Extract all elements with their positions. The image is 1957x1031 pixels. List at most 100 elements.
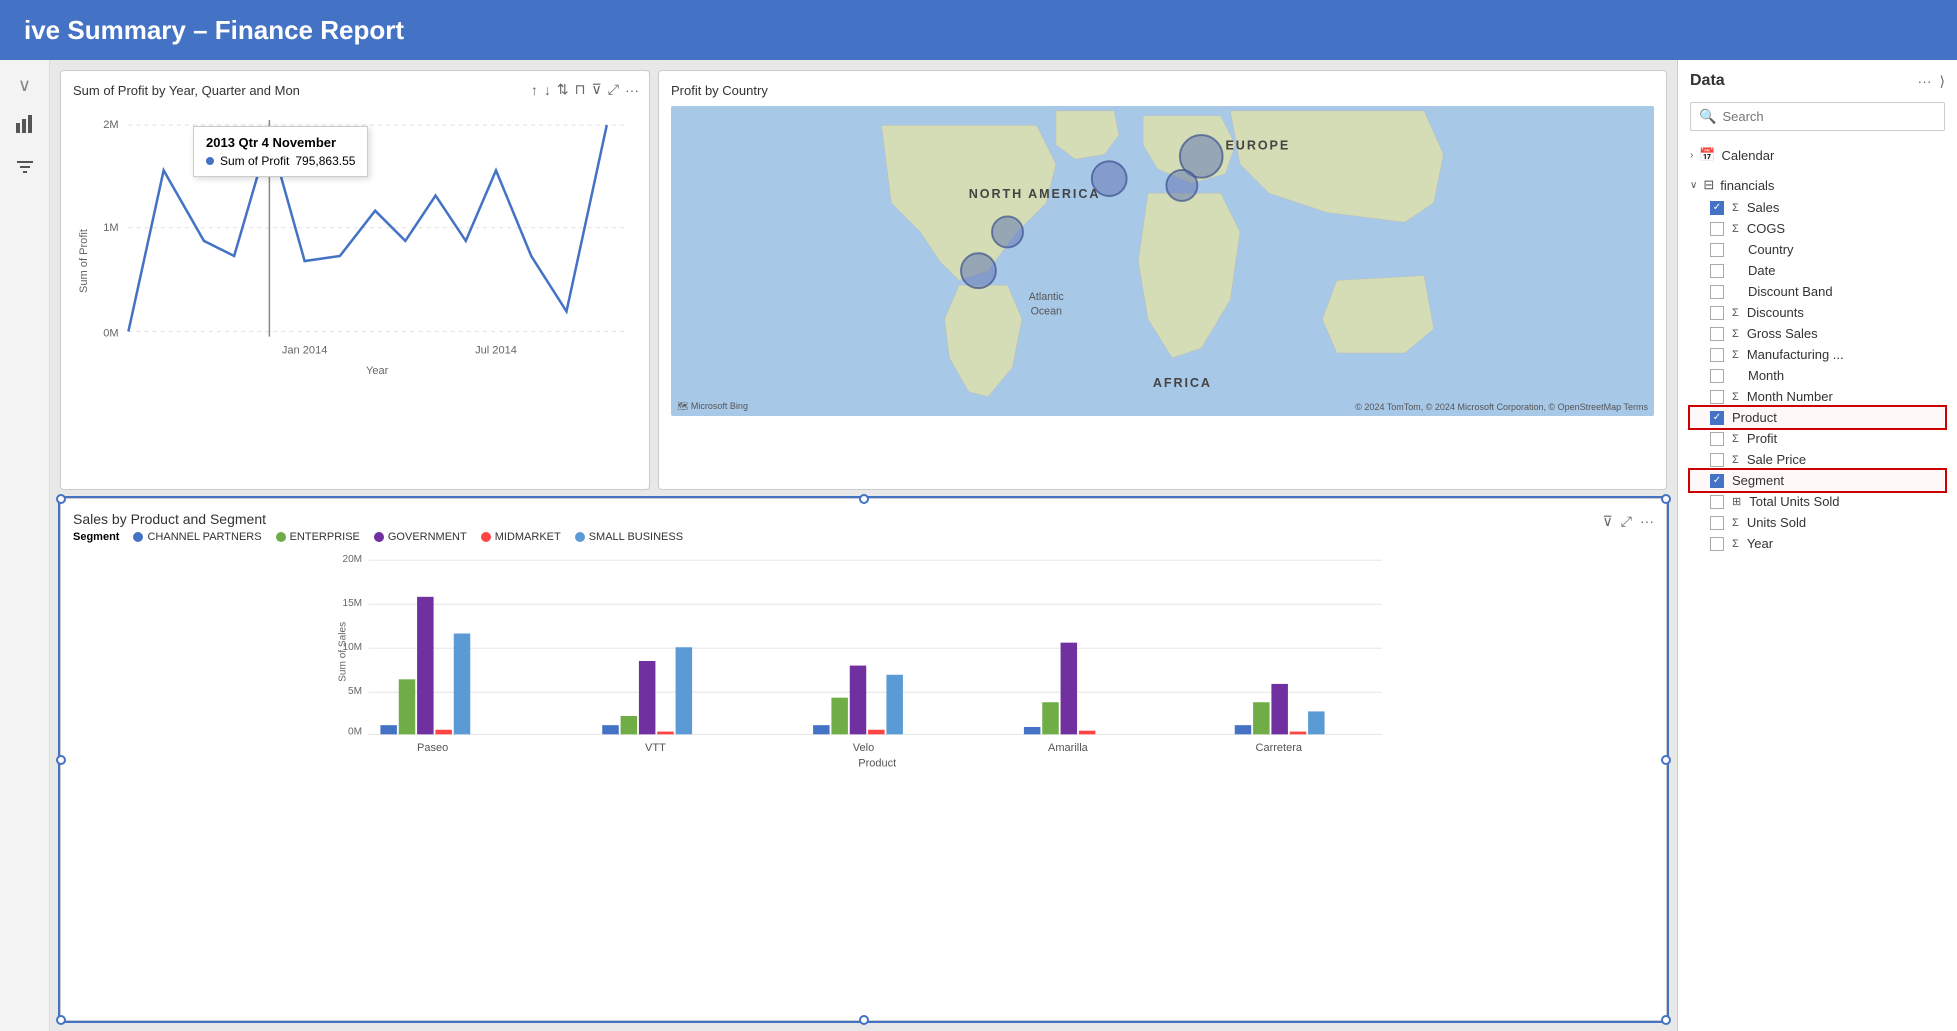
financials-table-icon: ⊟ (1703, 177, 1714, 193)
page-title: ive Summary – Finance Report (24, 15, 404, 46)
checkbox-product[interactable]: ✓ (1710, 411, 1724, 425)
sidebar-filter-icon[interactable] (9, 152, 41, 184)
tooltip-value: 795,863.55 (295, 154, 355, 168)
calendar-section: › 📅 Calendar (1690, 143, 1945, 167)
data-item-segment[interactable]: ✓ Segment (1690, 470, 1945, 491)
data-item-month[interactable]: Month (1690, 365, 1945, 386)
tooltip-title: 2013 Qtr 4 November (206, 135, 355, 150)
calendar-section-header[interactable]: › 📅 Calendar (1690, 143, 1945, 167)
tooltip-dot (206, 157, 214, 165)
data-item-sales[interactable]: ✓ Σ Sales (1690, 197, 1945, 218)
data-item-cogs[interactable]: Σ COGS (1690, 218, 1945, 239)
data-panel-ellipsis-btn[interactable]: ··· (1918, 73, 1932, 90)
sidebar-collapse-btn[interactable]: ∨ (18, 75, 31, 96)
label-date: Date (1748, 263, 1775, 278)
data-item-profit[interactable]: Σ Profit (1690, 428, 1945, 449)
checkbox-discounts[interactable] (1710, 306, 1724, 320)
data-item-discounts[interactable]: Σ Discounts (1690, 302, 1945, 323)
data-item-gross-sales[interactable]: Σ Gross Sales (1690, 323, 1945, 344)
label-sale-price: Sale Price (1747, 452, 1806, 467)
y-axis-bar-title: Sum of Sales (338, 622, 349, 682)
bar-filter-btn[interactable]: ⊽ (1603, 513, 1613, 530)
financials-section: ∨ ⊟ financials ✓ Σ Sales Σ COGS Country (1690, 173, 1945, 554)
data-item-discount-band[interactable]: Discount Band (1690, 281, 1945, 302)
handle-tr[interactable] (1661, 494, 1671, 504)
x-label-vtt: VTT (645, 742, 666, 754)
label-total-units-sold: Total Units Sold (1749, 494, 1839, 509)
data-item-year[interactable]: Σ Year (1690, 533, 1945, 554)
drill-up-btn[interactable]: ⊓ (575, 81, 586, 98)
checkbox-profit[interactable] (1710, 432, 1724, 446)
bar-carretera-midmarket (1290, 732, 1307, 735)
label-profit: Profit (1747, 431, 1777, 446)
sort-asc-btn[interactable]: ↑ (531, 82, 538, 98)
checkbox-cogs[interactable] (1710, 222, 1724, 236)
x-label-velo: Velo (853, 742, 874, 754)
checkbox-total-units[interactable] (1710, 495, 1724, 509)
checkbox-month[interactable] (1710, 369, 1724, 383)
checkbox-segment[interactable]: ✓ (1710, 474, 1724, 488)
bar-paseo-government (417, 597, 434, 735)
checkbox-discount-band[interactable] (1710, 285, 1724, 299)
data-item-product[interactable]: ✓ Product (1690, 407, 1945, 428)
label-units-sold: Units Sold (1747, 515, 1806, 530)
checkbox-sales[interactable]: ✓ (1710, 201, 1724, 215)
handle-b[interactable] (859, 1015, 869, 1025)
y-axis-title: Sum of Profit (78, 229, 90, 293)
calendar-label: Calendar (1722, 148, 1775, 163)
data-item-total-units-sold[interactable]: ⊞ Total Units Sold (1690, 491, 1945, 512)
y-0m: 0M (348, 726, 362, 737)
bar-amarilla-channel (1024, 727, 1041, 734)
bar-vtt-enterprise (621, 716, 638, 734)
calendar-icon: 📅 (1699, 147, 1715, 163)
checkbox-units-sold[interactable] (1710, 516, 1724, 530)
bar-paseo-enterprise (399, 679, 416, 734)
bar-vtt-midmarket (657, 732, 674, 735)
checkbox-gross-sales[interactable] (1710, 327, 1724, 341)
handle-l[interactable] (56, 755, 66, 765)
expand-hierarchy-btn[interactable]: ⇅ (557, 81, 569, 98)
map-africa-label: AFRICA (1153, 376, 1212, 390)
checkbox-date[interactable] (1710, 264, 1724, 278)
checkbox-month-number[interactable] (1710, 390, 1724, 404)
search-input[interactable] (1722, 109, 1936, 124)
sidebar-chart-icon[interactable] (9, 108, 41, 140)
sort-desc-btn[interactable]: ↓ (544, 82, 551, 98)
data-item-country[interactable]: Country (1690, 239, 1945, 260)
bar-more-btn[interactable]: ··· (1640, 513, 1654, 529)
legend-dot-midmarket (481, 532, 491, 542)
map-chart-title: Profit by Country (671, 83, 1654, 98)
bar-expand-btn[interactable]: ⤢ (1621, 513, 1632, 530)
data-item-sale-price[interactable]: Σ Sale Price (1690, 449, 1945, 470)
data-item-manufacturing[interactable]: Σ Manufacturing ... (1690, 344, 1945, 365)
map-atlantic-label: Atlantic (1029, 291, 1065, 303)
handle-tl[interactable] (56, 494, 66, 504)
bar-amarilla-midmarket (1079, 731, 1096, 735)
checkbox-sale-price[interactable] (1710, 453, 1724, 467)
handle-bl[interactable] (56, 1015, 66, 1025)
line-chart-tooltip: 2013 Qtr 4 November Sum of Profit 795,86… (193, 126, 368, 177)
bar-paseo-smallbiz (454, 634, 471, 735)
label-manufacturing: Manufacturing ... (1747, 347, 1844, 362)
legend-government: GOVERNMENT (374, 531, 467, 543)
sigma-year: Σ (1732, 538, 1739, 550)
checkbox-year[interactable] (1710, 537, 1724, 551)
handle-t[interactable] (859, 494, 869, 504)
data-item-month-number[interactable]: Σ Month Number (1690, 386, 1945, 407)
handle-br[interactable] (1661, 1015, 1671, 1025)
financials-section-header[interactable]: ∨ ⊟ financials (1690, 173, 1945, 197)
data-panel-expand-btn[interactable]: ⟩ (1940, 73, 1945, 90)
y-5m: 5M (348, 686, 362, 697)
checkbox-country[interactable] (1710, 243, 1724, 257)
legend-label-small-biz: SMALL BUSINESS (589, 531, 683, 543)
more-options-btn[interactable]: ··· (625, 82, 639, 98)
bar-amarilla-government (1061, 643, 1078, 735)
expand-chart-btn[interactable]: ⤢ (608, 81, 619, 98)
checkbox-manufacturing[interactable] (1710, 348, 1724, 362)
handle-r[interactable] (1661, 755, 1671, 765)
x-axis-bar-title: Product (858, 757, 896, 769)
data-item-units-sold[interactable]: Σ Units Sold (1690, 512, 1945, 533)
filter-btn[interactable]: ⊽ (592, 81, 602, 98)
data-panel-title: Data (1690, 72, 1725, 90)
data-item-date[interactable]: Date (1690, 260, 1945, 281)
